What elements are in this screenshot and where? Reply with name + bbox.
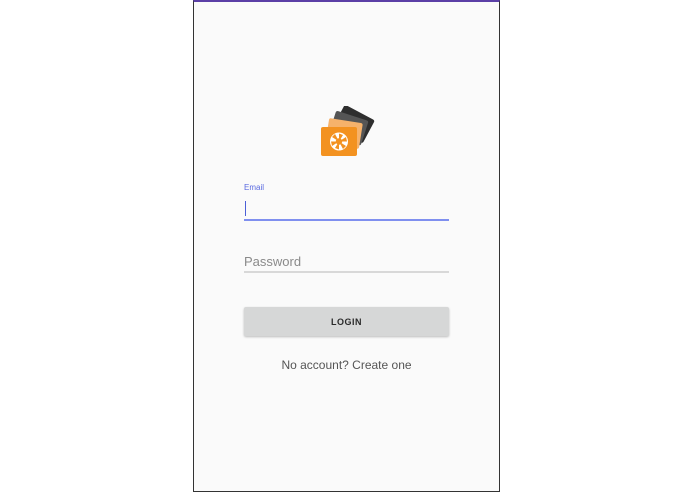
- password-input[interactable]: Password: [244, 249, 449, 273]
- login-screen: Email Password LOGIN No account? Create …: [193, 0, 500, 492]
- email-label: Email: [244, 183, 265, 192]
- app-logo-icon: [321, 106, 375, 156]
- create-account-link[interactable]: No account? Create one: [194, 358, 499, 372]
- login-button[interactable]: LOGIN: [244, 307, 449, 336]
- password-placeholder: Password: [244, 254, 302, 269]
- email-field[interactable]: Email: [244, 183, 449, 221]
- email-input[interactable]: [244, 193, 449, 221]
- text-caret: [245, 201, 246, 216]
- password-field[interactable]: Password: [244, 249, 449, 273]
